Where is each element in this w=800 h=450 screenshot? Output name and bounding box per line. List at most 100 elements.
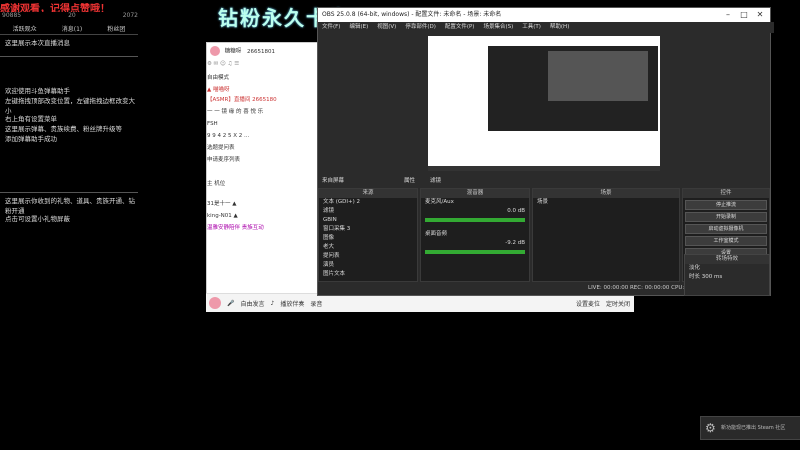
preview-taskbar: [428, 166, 660, 171]
steam-icon: ⚙: [705, 421, 716, 435]
obs-preview[interactable]: [428, 36, 660, 171]
source-item[interactable]: 文本 (GDI+) 2: [319, 198, 417, 207]
menu-help[interactable]: 帮助(H): [550, 22, 569, 33]
obs-window: OBS 25.0.8 (64-bit, windows) - 配置文件: 未命名…: [317, 7, 774, 296]
mixer-volume-slider[interactable]: [425, 218, 525, 222]
menu-docks[interactable]: 停靠部件(D): [405, 22, 436, 33]
room-row: 主 机位: [207, 181, 226, 187]
accompaniment-button[interactable]: 播放伴奏: [280, 299, 304, 308]
room-header: 糖糖呀 26651801: [207, 45, 319, 57]
maximize-icon[interactable]: □: [738, 8, 750, 22]
host-name: 糖糖呀: [224, 48, 242, 55]
toolbar-icons: ⚙ ✉ ☺ ♫ ☰: [207, 61, 240, 67]
stats-bar: 90885 20 2072: [2, 12, 138, 20]
filters-button[interactable]: 滤镜: [430, 175, 441, 187]
mixer-dock: 混音器 麦克风/Aux 0.0 dB 桌面音频 -9.2 dB: [420, 188, 530, 282]
controls-dock-title: 控件: [683, 189, 769, 198]
obs-menubar: 文件(F) 编辑(E) 视图(V) 停靠部件(D) 配置文件(P) 场景集合(S…: [318, 22, 774, 33]
free-speak-button[interactable]: 自由发言: [240, 299, 264, 308]
tab-messages[interactable]: 消息(1): [62, 24, 83, 34]
help-line-3: 右上角有设置菜单: [5, 115, 57, 123]
sources-dock: 来源 文本 (GDI+) 2 滤镜 GBIN 窗口采集 3 图像 老大 提问表 …: [318, 188, 418, 282]
mixer-volume-slider[interactable]: [425, 250, 525, 254]
footer-line-2: 点击可设置小礼物屏蔽: [5, 215, 70, 223]
room-row: 【ASMR】直播间 2665180: [207, 97, 277, 103]
banner-text: 感谢观看，记得点赞哦！: [0, 4, 110, 12]
mic-icon[interactable]: 🎤: [227, 300, 234, 307]
room-row: 温雅安静陪伴 贵族互动: [207, 225, 264, 231]
properties-button[interactable]: 属性: [404, 175, 415, 187]
music-icon: ♪: [270, 299, 275, 307]
menu-file[interactable]: 文件(F): [322, 22, 340, 33]
menu-scene-collection[interactable]: 场景集合(S): [483, 22, 513, 33]
stat-1: 90885: [2, 12, 22, 19]
stop-streaming-button[interactable]: 停止推流: [685, 200, 767, 210]
duration-row: 时长 300 ms: [685, 273, 769, 282]
record-button[interactable]: 录音: [310, 299, 322, 308]
mixer-channel-level: 0.0 dB: [507, 208, 525, 214]
room-row[interactable]: 选题提问表: [207, 143, 319, 153]
transitions-dock: 转场特效 淡化 时长 300 ms: [684, 254, 770, 296]
room-row: FSH: [207, 121, 218, 127]
menu-edit[interactable]: 编辑(E): [349, 22, 368, 33]
source-toolbar: 来自屏幕 属性 滤镜: [318, 175, 770, 187]
stat-2: 20: [68, 12, 76, 19]
mixer-channel-name: 桌面音频: [425, 231, 448, 237]
intro-text: 这里展示本次直播消息: [5, 39, 70, 47]
mode-select[interactable]: 自由模式: [207, 73, 319, 83]
duration-input[interactable]: 300 ms: [702, 274, 722, 280]
footer-line-1: 这里展示你收到的礼物、道具、贵族开通、钻粉开通: [5, 197, 135, 215]
source-item[interactable]: 老大: [319, 243, 417, 252]
avatar[interactable]: [210, 46, 220, 56]
menu-profile[interactable]: 配置文件(P): [445, 22, 475, 33]
source-mode-label: 来自屏幕: [322, 178, 345, 184]
source-item[interactable]: 提问表: [319, 252, 417, 261]
source-item[interactable]: 演员: [319, 261, 417, 270]
seat-settings-button[interactable]: 设置麦位: [576, 299, 600, 308]
room-row: ▲ 喵喵呀: [207, 87, 230, 93]
menu-view[interactable]: 视图(V): [377, 22, 396, 33]
menu-tools[interactable]: 工具(T): [522, 22, 541, 33]
help-line-4: 这里展示弹幕、贵族续费、粉丝牌升级等: [5, 125, 122, 133]
scene-item[interactable]: 场景: [533, 198, 679, 207]
tab-fan-club[interactable]: 粉丝团: [107, 24, 125, 34]
divider: [0, 192, 138, 193]
scenes-dock-title: 场景: [533, 189, 679, 198]
minimize-icon[interactable]: –: [722, 8, 734, 22]
transitions-dock-title: 转场特效: [685, 255, 769, 264]
help-line-1: 欢迎使用斗鱼弹幕助手: [5, 87, 70, 95]
room-row: 31是十一 ▲: [207, 201, 237, 207]
source-item[interactable]: 滤镜: [319, 207, 417, 216]
source-item[interactable]: 窗口采集 3: [319, 225, 417, 234]
panel-tabs: 活跃观众 消息(1) 粉丝团: [0, 24, 138, 35]
room-id: 26651801: [247, 48, 276, 55]
sources-dock-title: 来源: [319, 189, 417, 198]
tab-active-viewers[interactable]: 活跃观众: [13, 24, 37, 34]
scenes-dock: 场景 场景: [532, 188, 680, 282]
obs-titlebar: OBS 25.0.8 (64-bit, windows) - 配置文件: 未命名…: [318, 8, 770, 22]
avatar[interactable]: [209, 297, 221, 309]
room-row[interactable]: 申请麦序列表: [207, 155, 319, 165]
obs-title-text: OBS 25.0.8 (64-bit, windows) - 配置文件: 未命名…: [322, 11, 502, 18]
start-recording-button[interactable]: 开始录制: [685, 212, 767, 222]
steam-notification-text: 新功能现已推出 Steam 社区: [721, 425, 786, 431]
close-icon[interactable]: ✕: [754, 8, 766, 22]
timer-button[interactable]: 定时关闭: [606, 299, 630, 308]
room-row: king-N01 ▲: [207, 213, 238, 219]
preview-nested-preview: [548, 51, 648, 101]
mixer-channel-name: 麦克风/Aux: [425, 199, 454, 205]
transition-select[interactable]: 淡化: [685, 264, 769, 273]
assistant-panel: 感谢观看，记得点赞哦！ 90885 20 2072 活跃观众 消息(1) 粉丝团…: [0, 0, 138, 450]
duration-label: 时长: [689, 274, 701, 280]
source-item[interactable]: GBIN: [319, 216, 417, 225]
mixer-channel-level: -9.2 dB: [505, 240, 525, 246]
source-item[interactable]: 图片文本: [319, 270, 417, 279]
help-line-2: 左键拖拽顶部改变位置，左键拖拽边框改变大小: [5, 97, 135, 115]
room-row: 一 一 镜 缘 的 喜 悦 乐: [207, 109, 264, 115]
stat-3: 2072: [122, 12, 138, 19]
steam-notification[interactable]: ⚙ 新功能现已推出 Steam 社区: [700, 416, 800, 440]
studio-mode-button[interactable]: 工作室模式: [685, 236, 767, 246]
virtual-camera-button[interactable]: 启动虚拟摄像机: [685, 224, 767, 234]
voice-room-window: 糖糖呀 26651801 ⚙ ✉ ☺ ♫ ☰ 自由模式 ▲ 喵喵呀 【ASMR】…: [206, 42, 320, 312]
source-item[interactable]: 图像: [319, 234, 417, 243]
